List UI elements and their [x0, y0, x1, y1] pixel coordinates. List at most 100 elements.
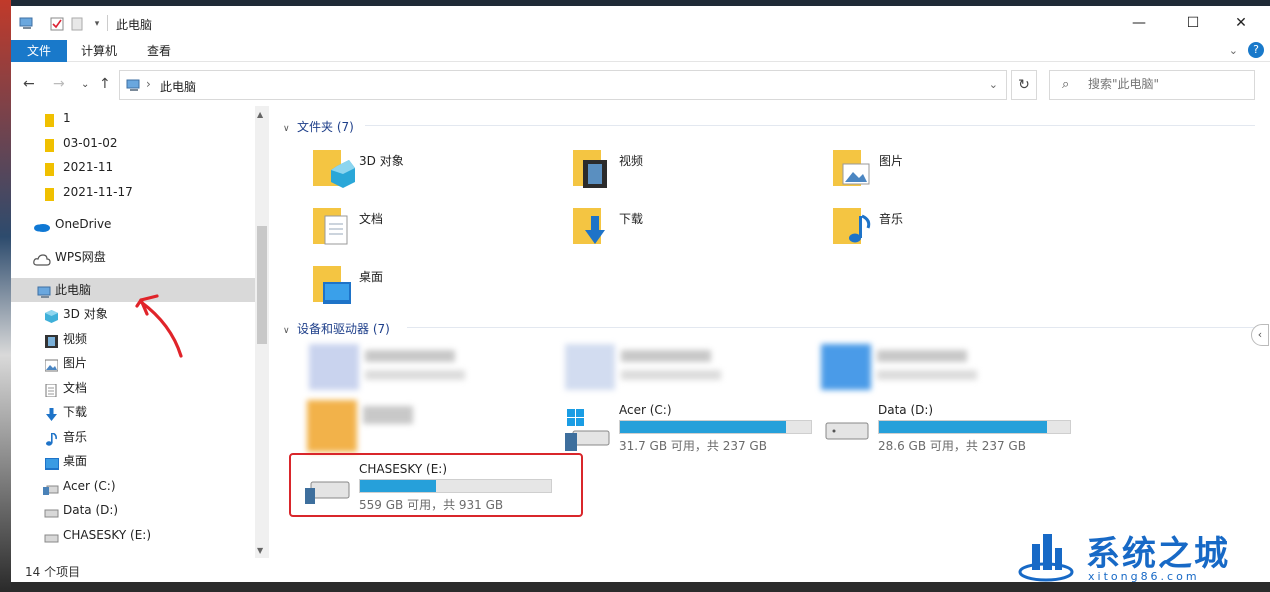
new-folder-icon[interactable] — [69, 16, 85, 32]
folder-tile-3d-objects[interactable]: 3D 对象 — [311, 146, 561, 196]
refresh-button[interactable]: ↻ — [1011, 70, 1037, 100]
videos-icon — [571, 146, 615, 190]
help-button[interactable]: ? — [1248, 42, 1264, 58]
drive-icon — [43, 528, 59, 543]
folder-tile-desktop[interactable]: 桌面 — [311, 262, 561, 312]
nav-item-desktop[interactable]: 桌面 — [11, 449, 255, 473]
this-pc-icon — [126, 79, 142, 96]
watermark-url: xitong86.com — [1088, 570, 1200, 583]
drive-tile-d[interactable]: Data (D:) 28.6 GB 可用，共 237 GB — [824, 403, 1084, 453]
up-arrow-icon[interactable]: ↑ — [99, 76, 111, 92]
group-divider — [365, 125, 1255, 126]
music-icon — [45, 430, 58, 446]
desktop-icon — [45, 454, 59, 470]
3d-objects-icon — [311, 146, 355, 190]
desktop-icon — [311, 262, 355, 306]
address-bar[interactable]: › 此电脑 ⌄ — [119, 70, 1007, 100]
maximize-button[interactable]: ☐ — [1173, 10, 1213, 36]
annotation-arrow — [135, 294, 183, 358]
this-pc-icon — [19, 16, 35, 32]
title-divider — [107, 15, 108, 31]
pictures-icon — [44, 356, 59, 372]
window-title: 此电脑 — [116, 18, 153, 32]
nav-scrollbar[interactable]: ▲ ▼ — [255, 106, 269, 558]
castle-logo-icon — [1018, 526, 1074, 582]
blurred-device-1[interactable] — [309, 344, 469, 390]
this-pc-icon — [37, 283, 53, 298]
nav-item-music[interactable]: 音乐 — [11, 425, 255, 449]
close-button[interactable]: ✕ — [1221, 10, 1261, 36]
navigation-row: ← → ⌄ ↑ › 此电脑 ⌄ ↻ ⌕ — [11, 68, 1270, 102]
folder-icon — [45, 185, 58, 201]
tab-computer[interactable]: 计算机 — [67, 40, 131, 62]
nav-item-drive-e[interactable]: CHASESKY (E:) — [11, 523, 255, 547]
onedrive-icon — [33, 217, 51, 232]
music-icon — [831, 204, 875, 248]
recent-locations-icon[interactable]: ⌄ — [81, 79, 89, 90]
drive-usage-fill — [879, 421, 1048, 433]
forward-arrow-icon[interactable]: → — [53, 76, 65, 92]
watermark-logo: 系统之城 xitong86.com — [1010, 520, 1270, 592]
videos-icon — [45, 332, 58, 348]
nav-item-folder-2021-11[interactable]: 2021-11 — [11, 155, 255, 179]
ribbon-tabs: 文件 计算机 查看 ⌄ ? — [11, 40, 1270, 62]
tab-file[interactable]: 文件 — [11, 40, 67, 62]
cloud-icon — [33, 250, 51, 266]
folder-tile-music[interactable]: 音乐 — [831, 204, 1081, 254]
watermark-name: 系统之城 — [1086, 534, 1230, 574]
nav-item-onedrive[interactable]: OneDrive — [11, 212, 255, 236]
back-arrow-icon[interactable]: ← — [23, 76, 35, 92]
title-bar: ▾ 此电脑 — ☐ ✕ — [11, 6, 1270, 40]
search-box[interactable]: ⌕ — [1049, 70, 1255, 100]
downloads-icon — [45, 405, 58, 421]
drive-usage-fill — [620, 421, 787, 433]
documents-icon — [311, 204, 355, 248]
minimize-button[interactable]: — — [1119, 10, 1159, 36]
desktop-background-strip — [0, 0, 11, 592]
drive-tile-c[interactable]: Acer (C:) 31.7 GB 可用，共 237 GB — [565, 403, 825, 453]
nav-item-drive-c[interactable]: Acer (C:) — [11, 474, 255, 498]
search-icon: ⌕ — [1062, 77, 1070, 92]
documents-icon — [45, 381, 58, 398]
folder-icon — [45, 160, 58, 176]
folder-tile-pictures[interactable]: 图片 — [831, 146, 1081, 196]
pictures-icon — [831, 146, 875, 190]
breadcrumb-chevron-icon[interactable]: › — [146, 77, 151, 91]
folder-tile-videos[interactable]: 视频 — [571, 146, 821, 196]
folder-tile-documents[interactable]: 文档 — [311, 204, 561, 254]
breadcrumb-this-pc[interactable]: 此电脑 — [160, 78, 196, 95]
status-item-count: 14 个项目 — [25, 565, 81, 579]
tab-view[interactable]: 查看 — [133, 40, 185, 62]
drive-icon — [824, 413, 872, 450]
blurred-device-2[interactable] — [565, 344, 725, 390]
scroll-down-icon[interactable]: ▼ — [257, 546, 263, 555]
search-input[interactable] — [1088, 77, 1248, 91]
nav-item-documents[interactable]: 文档 — [11, 376, 255, 400]
collapse-chevron-icon[interactable]: ∨ — [283, 124, 297, 134]
nav-item-wps-cloud[interactable]: WPS网盘 — [11, 245, 255, 269]
expand-ribbon-icon[interactable]: ⌄ — [1229, 44, 1238, 57]
nav-item-folder-03-01-02[interactable]: 03-01-02 — [11, 131, 255, 155]
scroll-thumb[interactable] — [257, 226, 267, 344]
drive-icon — [43, 503, 59, 518]
scroll-up-icon[interactable]: ▲ — [257, 110, 263, 119]
address-dropdown-icon[interactable]: ⌄ — [989, 78, 998, 91]
downloads-icon — [571, 204, 615, 248]
folders-group-header[interactable]: ∨ 文件夹 (7) — [283, 118, 354, 135]
blurred-device-3[interactable] — [821, 344, 981, 390]
devices-group-header[interactable]: ∨ 设备和驱动器 (7) — [283, 320, 390, 337]
customize-toolbar-icon[interactable]: ▾ — [89, 16, 105, 32]
drive-icon — [43, 479, 59, 495]
nav-item-downloads[interactable]: 下载 — [11, 400, 255, 424]
explorer-window: ▾ 此电脑 — ☐ ✕ 文件 计算机 查看 ⌄ ? ← → ⌄ ↑ › 此电脑 … — [11, 6, 1270, 582]
nav-item-folder-1[interactable]: 1 — [11, 106, 255, 130]
nav-item-folder-2021-11-17[interactable]: 2021-11-17 — [11, 180, 255, 204]
folder-tile-downloads[interactable]: 下载 — [571, 204, 821, 254]
collapse-chevron-icon[interactable]: ∨ — [283, 326, 297, 336]
properties-icon[interactable] — [49, 16, 65, 32]
preview-pane-toggle-icon[interactable]: ‹ — [1251, 324, 1269, 346]
blurred-device-4[interactable] — [307, 400, 427, 452]
drive-usage-bar — [619, 420, 812, 434]
nav-item-drive-d[interactable]: Data (D:) — [11, 498, 255, 522]
navigation-pane: 1 03-01-02 2021-11 2021-11-17 OneDrive W… — [11, 106, 269, 558]
